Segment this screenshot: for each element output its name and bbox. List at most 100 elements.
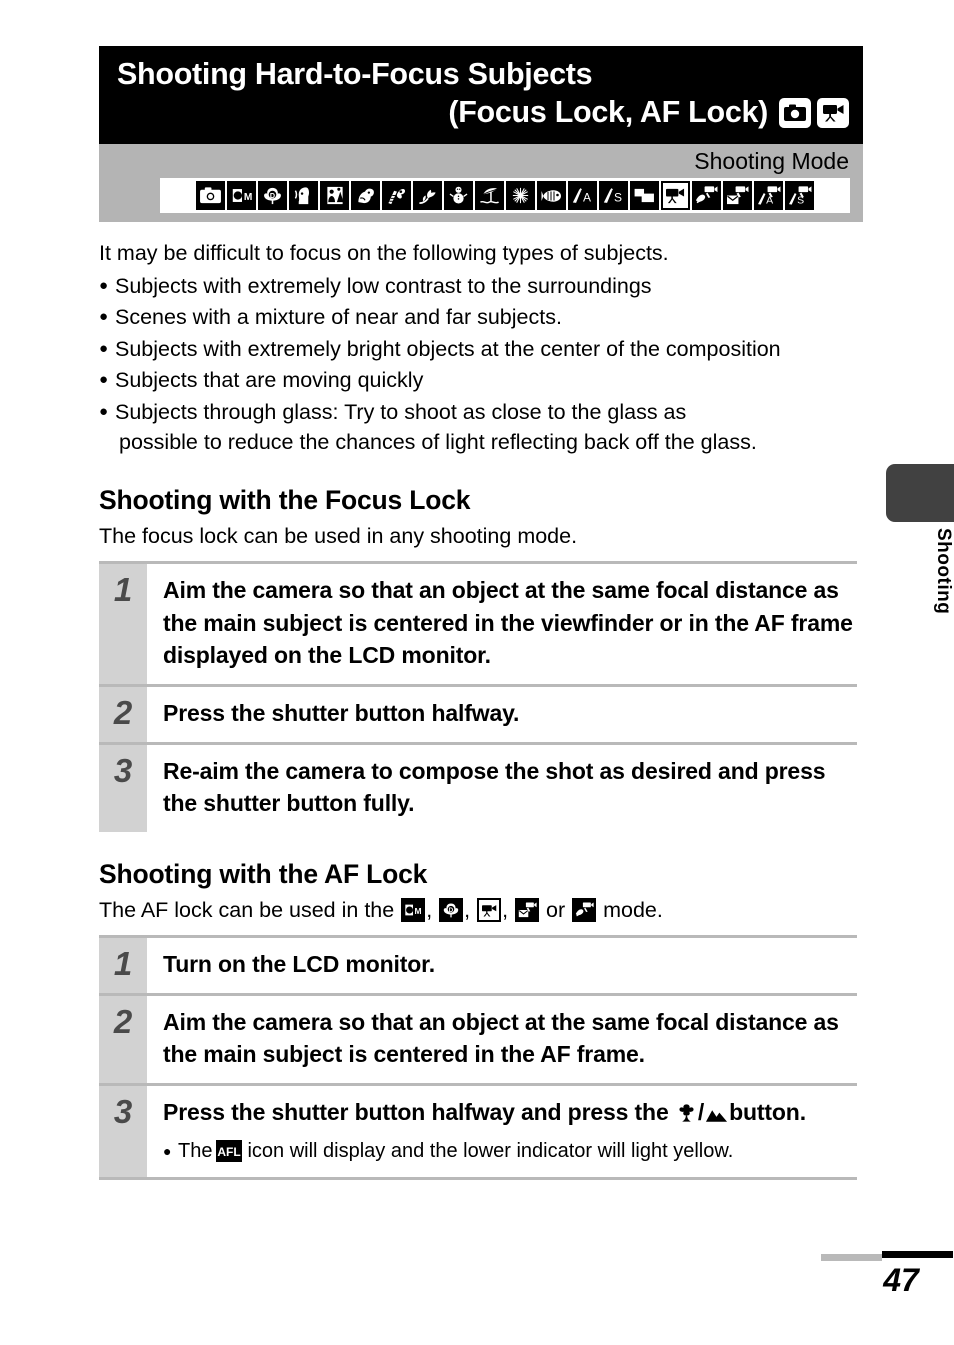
side-tab-label: Shooting [933, 528, 954, 615]
af-lock-subtitle-sep-2: , [464, 897, 477, 922]
side-tab-marker [886, 464, 954, 522]
af-lock-subtitle-or: or [540, 897, 572, 922]
step3-slash: / [697, 1098, 705, 1125]
movie-shutter-icon: S [785, 181, 814, 211]
list-item: Subjects that are moving quickly [99, 365, 863, 396]
list-item: Subjects with extremely low contrast to … [99, 271, 863, 302]
shooting-mode-label: Shooting Mode [694, 147, 849, 174]
bullet-text: Subjects through glass: Try to shoot as … [115, 399, 687, 424]
af-lock-subtitle-part-1: The AF lock can be used in the [99, 897, 401, 922]
svg-text:D: D [270, 192, 275, 200]
page-title-banner: Shooting Hard-to-Focus Subjects (Focus L… [99, 46, 863, 144]
manual-icon: M [401, 898, 426, 923]
af-lock-indicator-icon: AFL [216, 1140, 243, 1163]
movie-camera-icon [817, 97, 849, 128]
step-number: 1 [99, 563, 147, 684]
step-number: 3 [99, 744, 147, 832]
bullet-text: Subjects with extremely bright objects a… [115, 336, 781, 361]
step3-note-part-2: icon will display and the lower indicato… [247, 1140, 734, 1163]
step3-text-part-2: button. [729, 1098, 806, 1125]
indoor-icon [382, 181, 411, 211]
stitch-assist-icon [630, 181, 659, 211]
footer-black-bar [882, 1251, 953, 1258]
step-text: Turn on the LCD monitor. [163, 950, 435, 977]
movie-my-colors-icon [692, 181, 721, 211]
step3-note-part-1: The [178, 1140, 213, 1163]
footer-gray-bar [821, 1254, 882, 1261]
step-number: 2 [99, 686, 147, 742]
step-row: 1 Aim the camera so that an object at th… [99, 563, 857, 687]
title-icon-group [779, 97, 849, 128]
movie-aperture-icon: A [754, 181, 783, 211]
beach-icon [475, 181, 504, 211]
kids-and-pets-icon [351, 181, 380, 211]
macro-flower-icon [676, 1103, 697, 1123]
manual-page: Shooting Hard-to-Focus Subjects (Focus L… [0, 0, 954, 1345]
step-number: 1 [99, 937, 147, 993]
step-row: 1 Turn on the LCD monitor. [99, 937, 857, 996]
intro-text: It may be difficult to focus on the foll… [99, 238, 863, 458]
focus-lock-subtitle: The focus lock can be used in any shooti… [99, 523, 578, 548]
af-lock-subtitle-sep-1: , [426, 897, 439, 922]
page-content: Shooting Hard-to-Focus Subjects (Focus L… [99, 46, 863, 1181]
focus-lock-heading: Shooting with the Focus Lock [99, 484, 471, 515]
manual-icon: M [227, 181, 256, 211]
night-snapshot-icon [320, 181, 349, 211]
svg-text:A: A [583, 190, 591, 204]
af-lock-steps: 1 Turn on the LCD monitor. 2 Aim the cam… [99, 934, 857, 1178]
svg-text:A: A [766, 195, 773, 206]
movie-standard-icon [661, 181, 690, 211]
svg-text:M: M [243, 192, 251, 203]
svg-text:D: D [449, 907, 454, 914]
af-lock-heading: Shooting with the AF Lock [99, 858, 428, 889]
focus-lock-steps: 1 Aim the camera so that an object at th… [99, 560, 857, 832]
af-lock-subtitle-end: mode. [597, 897, 663, 922]
bullet-text: Scenes with a mixture of near and far su… [115, 305, 562, 330]
aperture-priority-icon: A [568, 181, 597, 211]
af-lock-subtitle: The AF lock can be used in the M , D , ,… [99, 896, 863, 925]
intro-bullet-list: Subjects with extremely low contrast to … [99, 271, 863, 458]
list-item: Subjects through glass: Try to shoot as … [99, 397, 863, 458]
step-text: Aim the camera so that an object at the … [163, 1008, 839, 1068]
infinity-mountain-icon [705, 1106, 728, 1123]
step-row: 3 Re-aim the camera to compose the shot … [99, 744, 857, 832]
list-item: Subjects with extremely bright objects a… [99, 334, 863, 365]
step-row: 2 Press the shutter button halfway. [99, 686, 857, 745]
digital-macro-icon: D [258, 181, 287, 211]
af-lock-steps-bottom-rule [99, 1177, 857, 1181]
step-text: Press the shutter button halfway and pre… [147, 1086, 857, 1178]
svg-text:AFL: AFL [218, 1145, 241, 1159]
snow-icon [444, 181, 473, 211]
page-title-line-2: (Focus Lock, AF Lock) [448, 95, 768, 130]
step-number: 3 [99, 1085, 147, 1178]
page-number: 47 [883, 1262, 919, 1298]
svg-text:M: M [415, 906, 422, 916]
step-number: 2 [99, 995, 147, 1083]
af-lock-subtitle-sep-3: , [502, 897, 515, 922]
foliage-icon [413, 181, 442, 211]
portrait-icon [289, 181, 318, 211]
shutter-priority-icon: S [599, 181, 628, 211]
mode-icon-strip: M D A S A S [160, 178, 850, 214]
svg-text:S: S [797, 195, 804, 206]
movie-compact-icon [515, 898, 540, 923]
step-text: Aim the camera so that an object at the … [163, 576, 853, 669]
underwater-icon [537, 181, 566, 211]
step-row: 2 Aim the camera so that an object at th… [99, 995, 857, 1086]
step3-note: The AFL icon will display and the lower … [163, 1137, 853, 1165]
svg-text:S: S [614, 190, 622, 204]
step-text: Press the shutter button halfway. [163, 699, 520, 726]
movie-my-colors-icon [572, 898, 597, 923]
bullet-text: Subjects with extremely low contrast to … [115, 273, 652, 298]
page-title-line-2-row: (Focus Lock, AF Lock) [117, 93, 849, 131]
digital-macro-icon: D [439, 898, 464, 923]
still-camera-icon [779, 97, 811, 128]
step-row: 3 Press the shutter button halfway and p… [99, 1085, 857, 1178]
auto-camera-icon [196, 181, 225, 211]
fireworks-icon [506, 181, 535, 211]
movie-compact-icon [723, 181, 752, 211]
page-title-line-1: Shooting Hard-to-Focus Subjects [117, 57, 593, 91]
step3-text-part-1: Press the shutter button halfway and pre… [163, 1098, 675, 1125]
step-text: Re-aim the camera to compose the shot as… [163, 757, 826, 817]
bullet-text-continuation: possible to reduce the chances of light … [119, 430, 757, 455]
